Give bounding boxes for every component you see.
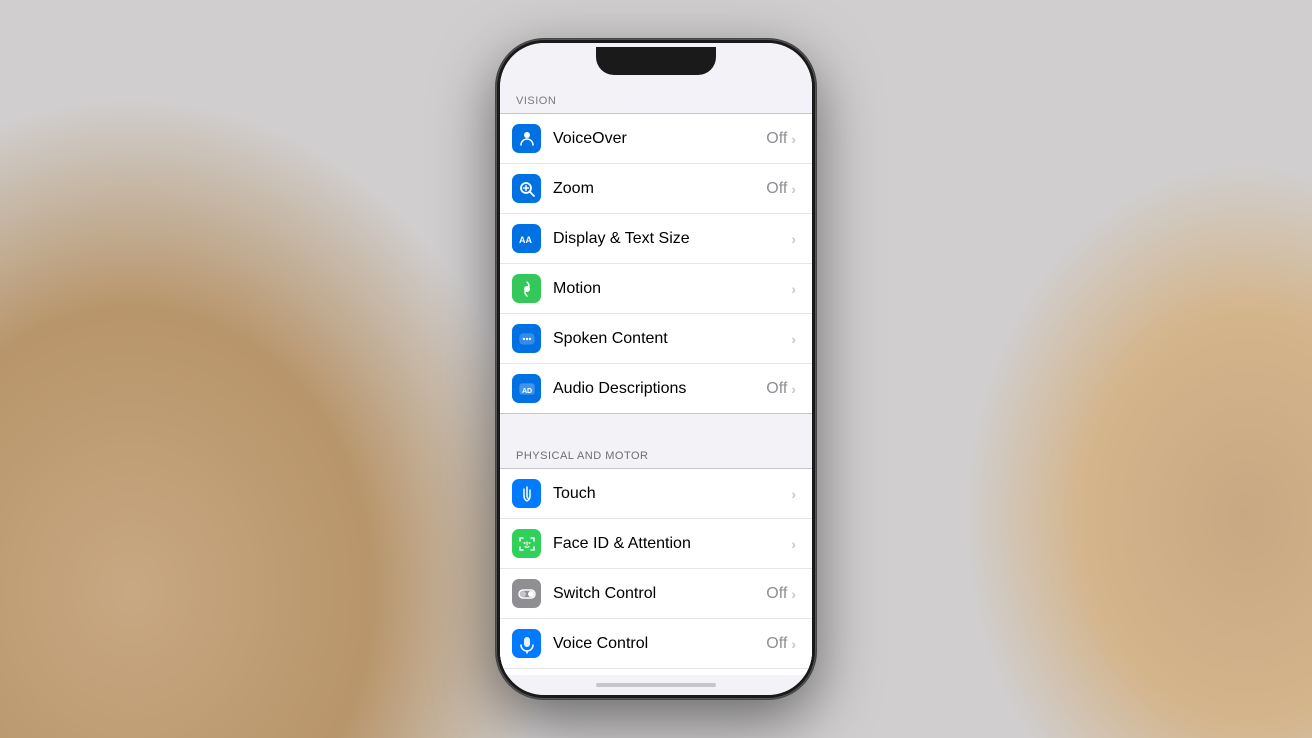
voice-control-chevron: › (791, 636, 796, 652)
voice-control-value: Off (766, 635, 787, 653)
zoom-icon (512, 174, 541, 203)
motion-label: Motion (553, 280, 791, 298)
face-id-chevron: › (791, 536, 796, 552)
spoken-content-chevron: › (791, 331, 796, 347)
touch-chevron: › (791, 486, 796, 502)
spoken-content-icon (512, 324, 541, 353)
settings-content: VISION VoiceOver Off › (500, 87, 812, 675)
home-indicator (596, 683, 716, 687)
physical-group: Touch › (500, 468, 812, 675)
motion-chevron: › (791, 281, 796, 297)
status-bar (500, 43, 812, 87)
display-text-size-chevron: › (791, 231, 796, 247)
audio-descriptions-icon: AD (512, 374, 541, 403)
voice-control-label: Voice Control (553, 635, 766, 653)
zoom-row[interactable]: Zoom Off › (500, 164, 812, 214)
audio-descriptions-value: Off (766, 380, 787, 398)
switch-control-label: Switch Control (553, 585, 766, 603)
display-text-size-label: Display & Text Size (553, 230, 791, 248)
voiceover-icon (512, 124, 541, 153)
voiceover-value: Off (766, 130, 787, 148)
iphone-screen: VISION VoiceOver Off › (500, 43, 812, 695)
voiceover-row[interactable]: VoiceOver Off › (500, 114, 812, 164)
touch-row[interactable]: Touch › (500, 469, 812, 519)
vision-section-header: VISION (500, 87, 812, 113)
touch-label: Touch (553, 485, 791, 503)
audio-descriptions-chevron: › (791, 381, 796, 397)
vision-label: VISION (516, 95, 556, 107)
spoken-content-label: Spoken Content (553, 330, 791, 348)
physical-section-header: PHYSICAL AND MOTOR (500, 442, 812, 468)
notch (596, 47, 716, 75)
audio-descriptions-label: Audio Descriptions (553, 380, 766, 398)
voiceover-label: VoiceOver (553, 130, 766, 148)
switch-control-icon (512, 579, 541, 608)
svg-text:AA: AA (519, 235, 532, 245)
face-id-row[interactable]: Face ID & Attention › (500, 519, 812, 569)
zoom-label: Zoom (553, 180, 766, 198)
face-id-label: Face ID & Attention (553, 535, 791, 553)
spacer-1 (500, 414, 812, 442)
voice-control-icon (512, 629, 541, 658)
display-text-size-icon: AA (512, 224, 541, 253)
svg-text:AD: AD (522, 388, 532, 395)
zoom-value: Off (766, 180, 787, 198)
home-indicator-bar (500, 675, 812, 695)
motion-row[interactable]: Motion › (500, 264, 812, 314)
voice-control-row[interactable]: Voice Control Off › (500, 619, 812, 669)
motion-icon (512, 274, 541, 303)
spoken-content-row[interactable]: Spoken Content › (500, 314, 812, 364)
voiceover-chevron: › (791, 131, 796, 147)
switch-control-chevron: › (791, 586, 796, 602)
physical-label: PHYSICAL AND MOTOR (516, 450, 648, 462)
display-text-size-row[interactable]: AA Display & Text Size › (500, 214, 812, 264)
touch-icon (512, 479, 541, 508)
switch-control-value: Off (766, 585, 787, 603)
zoom-chevron: › (791, 181, 796, 197)
iphone-device: VISION VoiceOver Off › (496, 39, 816, 699)
vision-group: VoiceOver Off › Zoom Off (500, 113, 812, 414)
face-id-icon (512, 529, 541, 558)
switch-control-row[interactable]: Switch Control Off › (500, 569, 812, 619)
audio-descriptions-row[interactable]: AD Audio Descriptions Off › (500, 364, 812, 413)
